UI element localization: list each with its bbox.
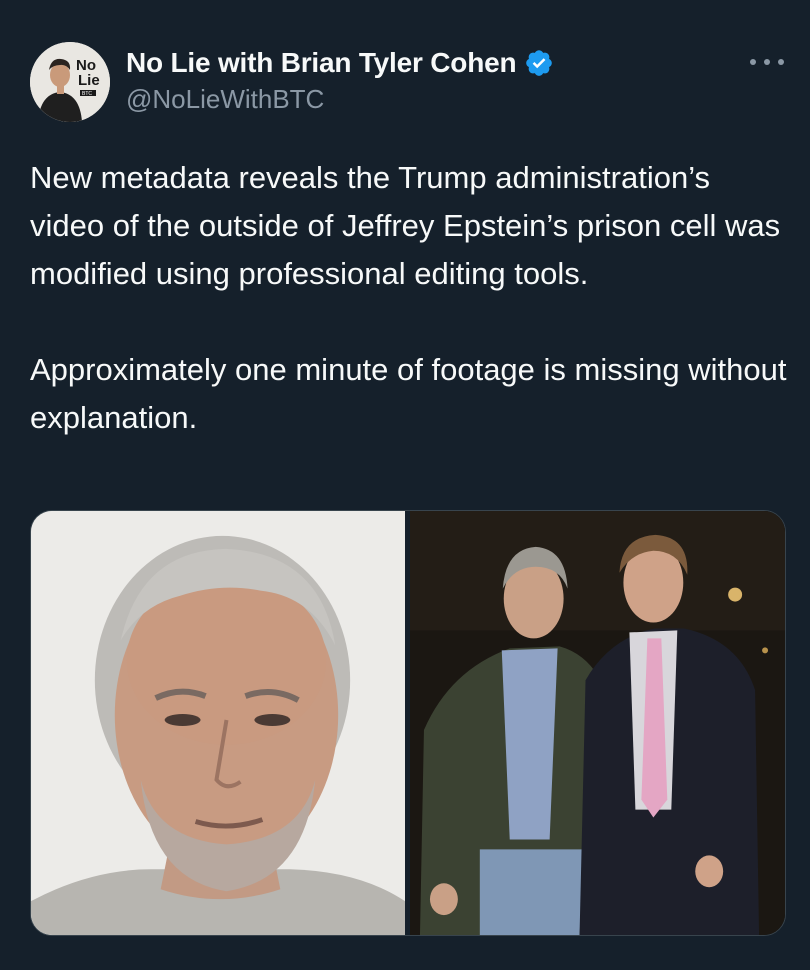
author-avatar[interactable]: No Lie BTC — [30, 42, 110, 122]
media-photo-2[interactable] — [410, 511, 785, 935]
tweet-paragraph: Approximately one minute of footage is m… — [30, 352, 787, 435]
tweet-card[interactable]: No Lie BTC No Lie with Brian Tyler Cohen… — [0, 0, 810, 970]
author-display-name[interactable]: No Lie with Brian Tyler Cohen — [126, 47, 517, 79]
more-dots-icon[interactable] — [750, 52, 784, 72]
dot — [778, 59, 784, 65]
dot — [750, 59, 756, 65]
tweet-text: New metadata reveals the Trump administr… — [30, 154, 790, 442]
media-grid — [30, 510, 786, 936]
dot — [764, 59, 770, 65]
portrait-photo — [31, 511, 405, 935]
author-name-row: No Lie with Brian Tyler Cohen — [126, 44, 554, 82]
tweet-paragraph: New metadata reveals the Trump administr… — [30, 160, 781, 291]
avatar-logo-badge: BTC — [82, 91, 92, 97]
verified-badge-icon — [524, 48, 554, 78]
two-men-photo — [410, 511, 785, 935]
media-photo-1[interactable] — [31, 511, 405, 935]
author-info: No Lie with Brian Tyler Cohen @NoLieWith… — [126, 44, 554, 115]
author-handle[interactable]: @NoLieWithBTC — [126, 84, 554, 115]
avatar-logo-line2: Lie — [78, 72, 100, 89]
avatar-image: No Lie BTC — [30, 42, 110, 122]
